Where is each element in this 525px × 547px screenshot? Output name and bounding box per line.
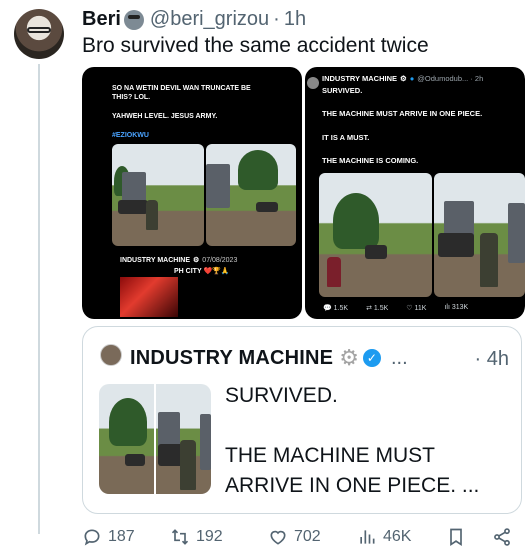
crash-photo-3 [319, 173, 432, 297]
right-handle: @Odumodub... · 2h [417, 74, 484, 83]
embedded-author: INDUSTRY MACHINE [120, 256, 191, 264]
quoted-author-avatar[interactable] [100, 344, 122, 366]
share-button[interactable] [492, 527, 512, 547]
quoted-line2: THE MACHINE MUST [225, 444, 435, 467]
embedded-text-row: PH CITY ❤️🏆🙏 [174, 267, 230, 275]
quoted-image-2[interactable] [156, 384, 211, 494]
tweet-media[interactable]: SO NA WETIN DEVIL WAN TRUNCATE BE THIS? … [82, 65, 525, 320]
embedded-emojis: ❤️🏆🙏 [203, 268, 230, 275]
quoted-header: INDUSTRY MACHINE ⚙ ✓ ... [130, 345, 408, 371]
embedded-header: INDUSTRY MACHINE ⚙ ● @Odumodub... · 2h [322, 74, 483, 83]
embedded-fire-image [120, 277, 178, 317]
quoted-author-name[interactable]: INDUSTRY MACHINE [130, 347, 333, 370]
verified-badge-icon: ✓ [362, 349, 381, 367]
like-count: 702 [294, 528, 321, 545]
gear-icon: ⚙ [339, 345, 359, 370]
media-screenshot-right[interactable]: INDUSTRY MACHINE ⚙ ● @Odumodub... · 2h S… [305, 67, 525, 319]
author-name[interactable]: Beri [82, 8, 121, 31]
embedded-avatar [307, 77, 319, 89]
views-icon [360, 530, 375, 544]
right-line2: THE MACHINE MUST ARRIVE IN ONE PIECE. [322, 109, 483, 118]
views-button[interactable]: 46K [357, 527, 411, 547]
embedded-date: 07/08/2023 [202, 256, 238, 264]
media-screenshot-left[interactable]: SO NA WETIN DEVIL WAN TRUNCATE BE THIS? … [82, 67, 302, 319]
embedded-reposts: ⇄ 1.5K [366, 305, 389, 312]
left-hashtag: #EZIOKWU [112, 132, 149, 139]
thread-line [38, 64, 40, 534]
like-button[interactable]: 702 [268, 527, 321, 547]
tweet-time[interactable]: 1h [284, 8, 306, 31]
embedded-views: ılı 313K [444, 304, 469, 311]
author-avatar[interactable] [14, 9, 64, 59]
repost-icon [171, 529, 189, 545]
sunglasses-emoji-icon [123, 9, 144, 30]
crash-photo-4 [434, 173, 525, 297]
right-verified-icon: ● [409, 74, 415, 83]
quoted-line1: SURVIVED. [225, 384, 338, 407]
right-line4: THE MACHINE IS COMING. [322, 156, 419, 165]
crash-photo-1 [112, 144, 204, 246]
right-line1: SURVIVED. [322, 86, 363, 95]
share-icon [494, 528, 510, 546]
tweet-text: Bro survived the same accident twice [82, 34, 429, 57]
embedded-stats: 💬 1.5K ⇄ 1.5K ♡ 11K ılı 313K [323, 304, 468, 312]
quoted-more: ... [390, 346, 408, 369]
quoted-time[interactable]: · 4h [475, 348, 509, 371]
quoted-text: SURVIVED. THE MACHINE MUST ARRIVE IN ONE… [225, 381, 479, 501]
embedded-replies: 💬 1.5K [323, 305, 349, 312]
crash-photo-2 [206, 144, 296, 246]
separator: · [273, 8, 280, 30]
views-count: 46K [383, 528, 412, 545]
left-line2: YAHWEH LEVEL. JESUS ARMY. [112, 113, 218, 120]
quoted-tweet[interactable]: INDUSTRY MACHINE ⚙ ✓ ... · 4h SURVIVED. … [82, 326, 522, 514]
bookmark-icon [450, 528, 462, 547]
right-author: INDUSTRY MACHINE [322, 74, 398, 83]
right-gear-icon: ⚙ [400, 74, 407, 83]
tweet-header: Beri @beri_grizou · 1h [82, 8, 306, 31]
embedded-likes: ♡ 11K [406, 305, 427, 312]
author-handle[interactable]: @beri_grizou [150, 8, 269, 31]
embedded-gear-icon: ⚙ [193, 257, 200, 264]
quoted-line3: ARRIVE IN ONE PIECE. ... [225, 474, 480, 497]
heart-icon [270, 530, 286, 545]
right-line3: IT IS A MUST. [322, 133, 370, 142]
quoted-image-1[interactable] [99, 384, 154, 494]
avatar-glasses [27, 27, 51, 33]
left-line1: SO NA WETIN DEVIL WAN TRUNCATE BE THIS? … [112, 85, 251, 101]
bookmark-button[interactable] [446, 527, 466, 547]
reply-icon [84, 529, 100, 546]
repost-count: 192 [196, 528, 223, 545]
embedded-tweet-meta: INDUSTRY MACHINE ⚙ 07/08/2023 [120, 256, 238, 265]
reply-button[interactable]: 187 [82, 527, 135, 547]
reply-count: 187 [108, 528, 135, 545]
repost-button[interactable]: 192 [170, 527, 223, 547]
embedded-text: PH CITY [174, 268, 202, 275]
